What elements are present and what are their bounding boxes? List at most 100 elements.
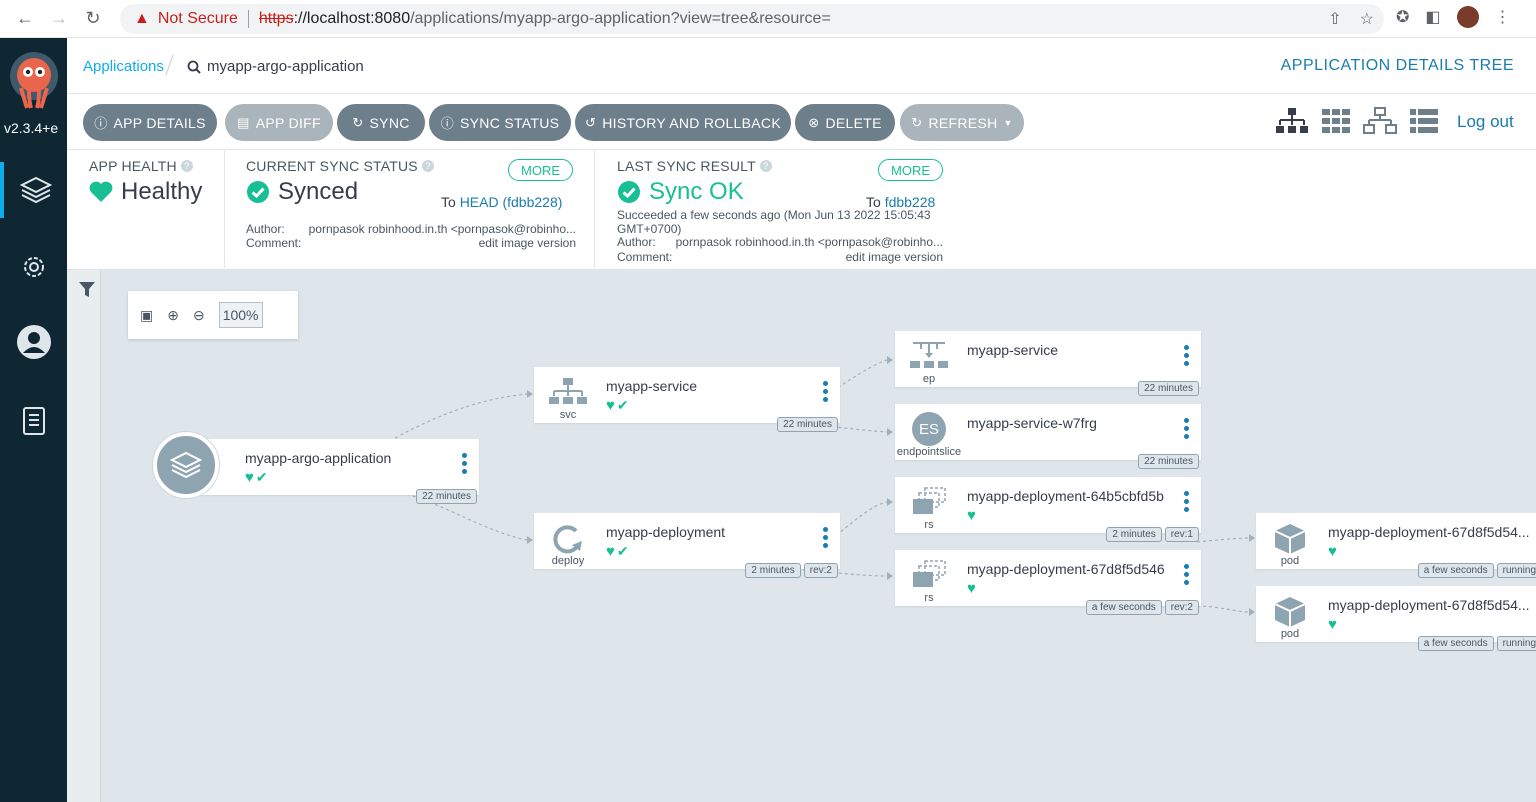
sidebar-item-user-info[interactable] xyxy=(0,314,67,370)
node-kind: svc xyxy=(559,409,577,421)
browser-toolbar: ← → ↻ ▲ Not Secure https://localhost:8080… xyxy=(0,0,1536,38)
age-badge: 22 minutes xyxy=(1138,381,1199,396)
breadcrumb-applications[interactable]: Applications xyxy=(83,58,164,75)
help-icon[interactable]: ? xyxy=(421,160,434,172)
check-circle-icon xyxy=(247,181,269,203)
node-kind: pod xyxy=(1280,628,1300,640)
refresh-button[interactable]: ↻ REFRESH ▼ xyxy=(900,104,1024,141)
last-sync-value: Sync OK xyxy=(649,178,744,205)
node-kind: pod xyxy=(1280,555,1300,567)
resource-tree-graph[interactable]: ▣ ⊕ ⊖ 100% myapp-argo-application ♥ ✔ 22… xyxy=(67,270,1536,802)
endpointslice-icon: ES xyxy=(912,412,946,446)
sync-comment: edit image version xyxy=(478,236,576,250)
last-sync-tz: GMT+0700) xyxy=(617,222,682,236)
delete-button[interactable]: ⊗ DELETE xyxy=(795,104,895,141)
tree-view-icon[interactable] xyxy=(1275,106,1309,136)
list-view-icon[interactable] xyxy=(1409,108,1439,134)
reload-icon[interactable]: ↻ xyxy=(76,2,110,36)
sidebar-item-docs[interactable] xyxy=(0,394,67,450)
node-menu-icon[interactable] xyxy=(1183,345,1189,366)
endpoints-node[interactable]: ep myapp-service 22 minutes xyxy=(895,331,1201,396)
node-name: myapp-deployment-67d8f5d54... xyxy=(1328,597,1530,613)
left-sidebar: v2.3.4+e xyxy=(0,38,67,802)
svc-node[interactable]: svc myapp-service ♥ ✔ 22 minutes xyxy=(534,367,840,432)
age-badge: 2 minutes xyxy=(1106,527,1162,542)
sync-button[interactable]: ↻ SYNC xyxy=(337,104,425,141)
replicaset-node[interactable]: rs myapp-deployment-64b5cbfd5b ♥ 2 minut… xyxy=(895,477,1201,542)
sidebar-item-settings[interactable] xyxy=(0,239,67,295)
layers-icon xyxy=(169,451,203,479)
node-kind: endpointslice xyxy=(896,446,962,458)
sync-status-button[interactable]: ⓘ SYNC STATUS xyxy=(429,104,571,141)
back-icon[interactable]: ← xyxy=(8,2,42,36)
heart-icon: ♥ xyxy=(1328,616,1337,633)
history-rollback-button[interactable]: ↺ HISTORY AND ROLLBACK xyxy=(575,104,791,141)
pods-view-icon[interactable] xyxy=(1321,108,1351,134)
app-health-value: Healthy xyxy=(121,178,203,205)
breadcrumb-current-label: myapp-argo-application xyxy=(207,58,364,75)
replicaset-icon xyxy=(907,560,951,595)
help-icon[interactable]: ? xyxy=(180,160,193,172)
last-sync-label: LAST SYNC RESULT xyxy=(617,158,756,174)
side-panel-icon[interactable]: ◧ xyxy=(1425,7,1440,27)
url-path: /applications/myapp-argo-application?vie… xyxy=(410,10,831,27)
node-menu-icon[interactable] xyxy=(461,453,467,474)
age-badge: 22 minutes xyxy=(1138,454,1199,469)
logout-link[interactable]: Log out xyxy=(1457,112,1514,132)
forward-icon[interactable]: → xyxy=(42,2,76,36)
node-menu-icon[interactable] xyxy=(1183,418,1189,439)
node-kind: deploy xyxy=(551,555,585,567)
extensions-icon[interactable]: ✪ xyxy=(1396,7,1409,27)
address-bar[interactable]: ▲ Not Secure https://localhost:8080/appli… xyxy=(120,4,1384,34)
check-circle-icon: ✔ xyxy=(616,543,629,559)
check-circle-icon xyxy=(618,181,640,203)
endpointslice-node[interactable]: ES endpointslice myapp-service-w7frg 22 … xyxy=(895,404,1201,469)
network-view-icon[interactable] xyxy=(1363,106,1397,136)
app-diff-button[interactable]: ▤ APP DIFF xyxy=(225,104,333,141)
last-sync-more-button[interactable]: MORE xyxy=(878,159,943,181)
age-badge: 2 minutes xyxy=(745,563,801,578)
check-circle-icon: ✔ xyxy=(616,397,629,413)
pod-state-badge: running xyxy=(1496,636,1536,651)
bookmark-star-icon[interactable]: ☆ xyxy=(1360,9,1374,29)
url-host: ://localhost:8080 xyxy=(293,10,411,27)
help-icon[interactable]: ? xyxy=(759,160,772,172)
refresh-icon: ↻ xyxy=(911,114,923,130)
top-bar: Applications myapp-argo-application APPL… xyxy=(67,38,1536,94)
app-health-label: APP HEALTH xyxy=(89,158,177,174)
replicaset-node[interactable]: rs myapp-deployment-67d8f5d546 ♥ a few s… xyxy=(895,550,1201,615)
node-name: myapp-deployment-64b5cbfd5b xyxy=(967,488,1164,504)
sync-revision-link[interactable]: HEAD (fdbb228) xyxy=(460,194,563,210)
profile-avatar[interactable] xyxy=(1456,6,1479,28)
action-toolbar: ⓘ APP DETAILS ▤ APP DIFF ↻ SYNC ⓘ SYNC STATU… xyxy=(67,94,1536,150)
share-icon[interactable]: ⇧ xyxy=(1328,9,1341,29)
breadcrumb-current: myapp-argo-application xyxy=(187,58,364,75)
node-name: myapp-service-w7frg xyxy=(967,415,1097,431)
history-icon: ↺ xyxy=(585,114,597,130)
sync-more-button[interactable]: MORE xyxy=(508,159,573,181)
age-badge: a few seconds xyxy=(1085,600,1162,615)
sync-author: pornpasok robinhood.in.th <pornpasok@rob… xyxy=(308,222,576,236)
search-icon xyxy=(187,60,201,74)
pod-node[interactable]: pod myapp-deployment-67d8f5d54... ♥ a fe… xyxy=(1256,513,1536,578)
node-name: myapp-service xyxy=(606,378,698,394)
heart-icon: ♥ xyxy=(606,397,615,414)
browser-menu-icon[interactable]: ⋮ xyxy=(1495,7,1511,27)
revision-badge: rev:2 xyxy=(1164,600,1199,615)
security-label: Not Secure xyxy=(157,10,238,27)
sidebar-item-applications[interactable] xyxy=(0,162,67,218)
heart-icon: ♥ xyxy=(967,580,976,597)
app-details-button[interactable]: ⓘ APP DETAILS xyxy=(83,104,217,141)
replicaset-icon xyxy=(907,487,951,522)
heart-icon: ♥ xyxy=(606,543,615,560)
delete-icon: ⊗ xyxy=(808,114,820,130)
last-sync-time: Succeeded a few seconds ago (Mon Jun 13 … xyxy=(617,208,931,222)
pod-node[interactable]: pod myapp-deployment-67d8f5d54... ♥ a fe… xyxy=(1256,586,1536,651)
node-menu-icon[interactable] xyxy=(822,381,828,402)
node-menu-icon[interactable] xyxy=(822,527,828,548)
deployment-node[interactable]: deploy myapp-deployment ♥ ✔ 2 minutes rev:… xyxy=(534,513,840,578)
node-menu-icon[interactable] xyxy=(1183,564,1189,585)
app-node[interactable]: myapp-argo-application ♥ ✔ 22 minutes xyxy=(179,439,479,504)
node-menu-icon[interactable] xyxy=(1183,491,1189,512)
gears-icon xyxy=(23,257,44,277)
